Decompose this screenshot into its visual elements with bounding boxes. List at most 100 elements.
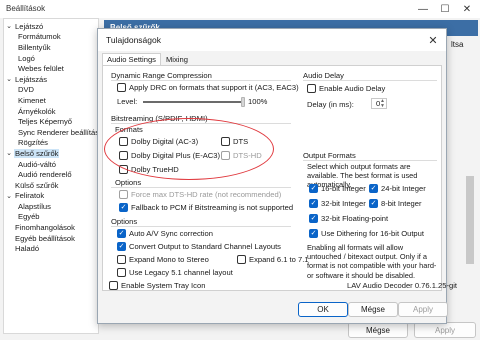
auto-av-sync-label: Auto A/V Sync correction (129, 229, 213, 238)
checkbox-box[interactable] (117, 268, 126, 277)
format-32bit-checkbox[interactable]: ✓ 32-bit Integer (309, 199, 366, 208)
checkbox-box[interactable] (109, 281, 118, 290)
dialog-close-icon[interactable]: ✕ (426, 32, 440, 48)
options-group-title: Options (111, 217, 138, 226)
tree-item[interactable]: Logó (4, 53, 98, 64)
maximize-icon[interactable]: ☐ (434, 0, 456, 18)
tree-item[interactable]: ⌄ Lejátszás (4, 74, 98, 85)
checkbox-box[interactable] (117, 83, 126, 92)
settings-titlebar: Beállítások — ☐ ✕ (0, 0, 480, 18)
format-24bit-label: 24-bit Integer (381, 184, 426, 193)
dithering-checkbox[interactable]: ✓ Use Dithering for 16-bit Output (309, 229, 424, 238)
tree-item[interactable]: Külső szűrők (4, 180, 98, 191)
tree-item[interactable]: Audió renderelő (4, 169, 98, 180)
dialog-ok-button[interactable]: OK (298, 302, 348, 317)
tree-item[interactable]: Kimenet (4, 95, 98, 106)
expand-mono-checkbox[interactable]: Expand Mono to Stereo (117, 255, 209, 264)
auto-av-sync-checkbox[interactable]: ✓ Auto A/V Sync correction (117, 229, 213, 238)
format-32float-checkbox[interactable]: ✓ 32-bit Floating-point (309, 214, 388, 223)
audio-delay-divider (303, 80, 437, 81)
checkbox-box[interactable]: ✓ (309, 229, 318, 238)
checkbox-box[interactable]: ✓ (119, 203, 128, 212)
checkbox-box[interactable]: ✓ (117, 242, 126, 251)
checkbox-box[interactable]: ✓ (309, 184, 318, 193)
delay-ms-spinner-icon[interactable]: ▲ ▼ (379, 98, 386, 109)
format-32float-label: 32-bit Floating-point (321, 214, 389, 223)
settings-cancel-button[interactable]: Mégse (348, 322, 408, 338)
tree-item[interactable]: Rögzítés (4, 138, 98, 149)
tree-item-label: Kimenet (18, 95, 46, 105)
chevron-down-icon[interactable]: ⌄ (5, 192, 13, 200)
tree-item-label: Belső szűrők (14, 148, 60, 158)
output-formats-group-title: Output Formats (303, 151, 356, 160)
system-tray-label: Enable System Tray Icon (121, 281, 206, 290)
system-tray-checkbox[interactable]: Enable System Tray Icon (109, 281, 205, 290)
settings-apply-button[interactable]: Apply (414, 322, 476, 338)
checkbox-box[interactable]: ✓ (309, 199, 318, 208)
format-8bit-checkbox[interactable]: ✓ 8-bit Integer (369, 199, 422, 208)
close-icon[interactable]: ✕ (456, 0, 478, 18)
checkbox-box[interactable] (307, 84, 316, 93)
checkbox-box[interactable]: ✓ (369, 184, 378, 193)
checkbox-box[interactable] (237, 255, 246, 264)
minimize-icon[interactable]: — (412, 0, 434, 18)
checkbox-box[interactable]: ✓ (309, 214, 318, 223)
tree-item[interactable]: ⌄ Feliratok (4, 191, 98, 202)
convert-layouts-checkbox[interactable]: ✓ Convert Output to Standard Channel Lay… (117, 242, 281, 251)
legacy-51-checkbox[interactable]: Use Legacy 5.1 channel layout (117, 268, 233, 277)
tree-item[interactable]: Sync Renderer beállítások (4, 127, 98, 138)
tree-item-label: Feliratok (15, 191, 45, 201)
checkbox-box[interactable]: ✓ (369, 199, 378, 208)
tree-item[interactable]: Árnyékolók (4, 106, 98, 117)
format-16bit-checkbox[interactable]: ✓ 16-bit Integer (309, 184, 366, 193)
fallback-pcm-label: Fallback to PCM if Bitstreaming is not s… (131, 203, 294, 212)
drc-apply-checkbox[interactable]: Apply DRC on formats that support it (AC… (117, 83, 299, 92)
tree-item[interactable]: ⌄ Lejátszó (4, 21, 98, 32)
tree-item[interactable]: Audió-váltó (4, 159, 98, 170)
tree-item[interactable]: DVD (4, 85, 98, 96)
highlight-ellipse (104, 118, 274, 180)
dialog-titlebar: Tulajdonságok ✕ (98, 29, 446, 51)
tree-item[interactable]: Egyéb beállítások (4, 233, 98, 244)
enable-audio-delay-checkbox[interactable]: Enable Audio Delay (307, 84, 385, 93)
checkbox-box[interactable] (117, 255, 126, 264)
page-scrollbar[interactable] (466, 176, 474, 264)
tree-item[interactable]: Webes felület (4, 63, 98, 74)
drc-level-label: Level: (117, 97, 138, 106)
tree-item-label: Lejátszás (15, 74, 48, 84)
dialog-apply-button[interactable]: Apply (398, 302, 448, 317)
page-partial-text: ltsa (451, 40, 464, 49)
tree-item-label: Billentyűk (18, 42, 51, 52)
format-8bit-label: 8-bit Integer (381, 199, 422, 208)
drc-level-slider[interactable] (143, 101, 243, 103)
tree-item[interactable]: Alapstílus (4, 201, 98, 212)
chevron-down-icon[interactable]: ⌄ (5, 149, 13, 157)
drc-level-slider-thumb[interactable] (241, 97, 245, 107)
dialog-title: Tulajdonságok (106, 35, 161, 45)
format-24bit-checkbox[interactable]: ✓ 24-bit Integer (369, 184, 426, 193)
chevron-down-icon[interactable]: ⌄ (5, 22, 13, 30)
tree-item[interactable]: Teljes Képernyő (4, 116, 98, 127)
output-formats-note: Enabling all formats will allow untouche… (307, 243, 437, 280)
fallback-pcm-checkbox[interactable]: ✓ Fallback to PCM if Bitstreaming is not… (119, 203, 293, 212)
tree-item-label: Árnyékolók (18, 106, 56, 116)
tree-item-label: Lejátszó (15, 21, 44, 31)
audio-settings-panel: Dynamic Range Compression Apply DRC on f… (102, 65, 457, 291)
tree-item[interactable]: Finomhangolások (4, 222, 98, 233)
expand-mono-label: Expand Mono to Stereo (129, 255, 209, 264)
expand-61-checkbox[interactable]: Expand 6.1 to 7.1 (237, 255, 309, 264)
checkbox-box[interactable]: ✓ (117, 229, 126, 238)
tree-item[interactable]: Billentyűk (4, 42, 98, 53)
dialog-cancel-button[interactable]: Mégse (348, 302, 398, 317)
tree-item[interactable]: Formátumok (4, 32, 98, 43)
tree-item-label: Haladó (15, 244, 40, 254)
tree-item-label: Teljes Képernyő (18, 117, 73, 127)
chevron-down-icon[interactable]: ⌄ (5, 75, 13, 83)
tree-item[interactable]: Haladó (4, 243, 98, 254)
tree-item[interactable]: Egyéb (4, 212, 98, 223)
tree-item[interactable]: ⌄ Belső szűrők (4, 148, 98, 159)
expand-61-label: Expand 6.1 to 7.1 (249, 255, 309, 264)
tree-item-label: Audió renderelő (18, 170, 72, 180)
settings-tree[interactable]: ⌄ Lejátszó Formátumok Billentyűk Logó Webes f… (3, 18, 99, 334)
drc-apply-label: Apply DRC on formats that support it (AC… (129, 83, 299, 92)
